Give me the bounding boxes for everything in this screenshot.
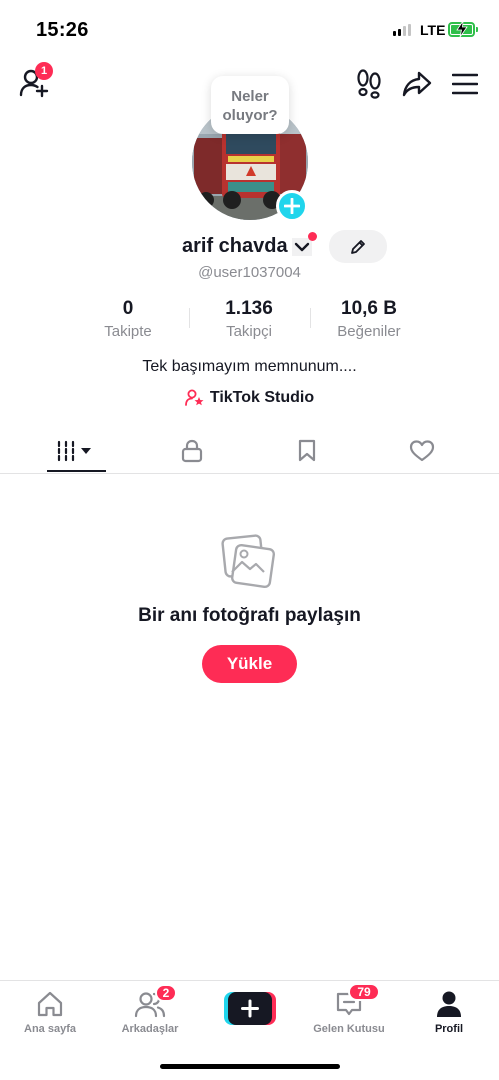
tab-favorites[interactable] (277, 428, 337, 474)
tab-liked[interactable] (392, 428, 452, 474)
edit-profile-button[interactable] (329, 230, 387, 263)
profile-bio: Tek başımayım memnunum.... (142, 358, 357, 375)
chevron-down-icon[interactable] (292, 238, 312, 256)
nav-friends[interactable]: Arkadaşlar (105, 989, 195, 1035)
status-time: 15:26 (36, 19, 89, 41)
home-icon (37, 991, 63, 1017)
stat-likes[interactable]: 10,6 B Beğeniler (309, 298, 429, 340)
profile-icon (437, 991, 461, 1017)
lock-icon (181, 439, 203, 463)
battery-cap (476, 27, 478, 32)
plus-icon (284, 198, 300, 214)
photo-stack-icon (221, 534, 276, 589)
stat-value: 1.136 (225, 298, 273, 319)
nav-home[interactable]: Ana sayfa (5, 989, 95, 1035)
create-button[interactable] (224, 992, 276, 1025)
create-plus-icon (224, 992, 276, 1025)
pencil-icon (351, 239, 365, 254)
stat-label: Beğeniler (337, 323, 401, 340)
menu-button[interactable] (450, 68, 480, 100)
charging-bolt-icon (456, 21, 468, 37)
studio-label: TikTok Studio (209, 389, 315, 406)
inbox-badge: 79 (348, 983, 380, 1001)
status-bar: 15:26 LTE (0, 0, 499, 58)
stat-followers[interactable]: 1.136 Takipçi (189, 298, 309, 340)
studio-user-star-icon (184, 389, 204, 406)
active-tab-indicator (47, 470, 106, 472)
nav-label: Arkadaşlar (121, 1023, 179, 1035)
upload-button[interactable]: Yükle (202, 645, 297, 683)
empty-state-title: Bir anı fotoğrafı paylaşın (138, 605, 361, 626)
network-label: LTE (420, 22, 446, 38)
profile-handle: @user1037004 (198, 264, 301, 281)
signal-icon (393, 24, 411, 36)
heart-icon (409, 440, 435, 462)
profile-username[interactable]: arif chavda (182, 235, 288, 258)
stat-label: Takipçi (226, 323, 272, 340)
stat-label: Takipte (104, 323, 152, 340)
add-story-button[interactable] (276, 190, 308, 222)
tab-videos[interactable] (46, 428, 106, 474)
footprints-icon (357, 69, 381, 99)
notification-badge: 1 (35, 62, 53, 80)
profile-views-button[interactable] (354, 68, 384, 100)
stat-value: 0 (122, 298, 134, 319)
stat-following[interactable]: 0 Takipte (68, 298, 188, 340)
share-profile-button[interactable] (400, 68, 434, 100)
hamburger-menu-icon (452, 73, 478, 95)
videos-grid-icon (57, 440, 91, 462)
nav-label: Profil (434, 1023, 464, 1035)
profile-tabs (0, 428, 499, 474)
bookmark-icon (298, 439, 316, 462)
tiktok-studio-link[interactable]: TikTok Studio (0, 389, 499, 407)
share-arrow-icon (402, 71, 432, 97)
nav-label: Ana sayfa (24, 1023, 76, 1035)
status-bubble[interactable]: Neler oluyor? (211, 76, 289, 134)
friends-badge: 2 (155, 984, 177, 1002)
stat-value: 10,6 B (341, 298, 397, 319)
unread-dot (308, 232, 317, 241)
tab-private[interactable] (162, 428, 222, 474)
nav-profile[interactable]: Profil (404, 989, 494, 1035)
nav-label: Gelen Kutusu (313, 1023, 385, 1035)
home-indicator (160, 1064, 340, 1069)
